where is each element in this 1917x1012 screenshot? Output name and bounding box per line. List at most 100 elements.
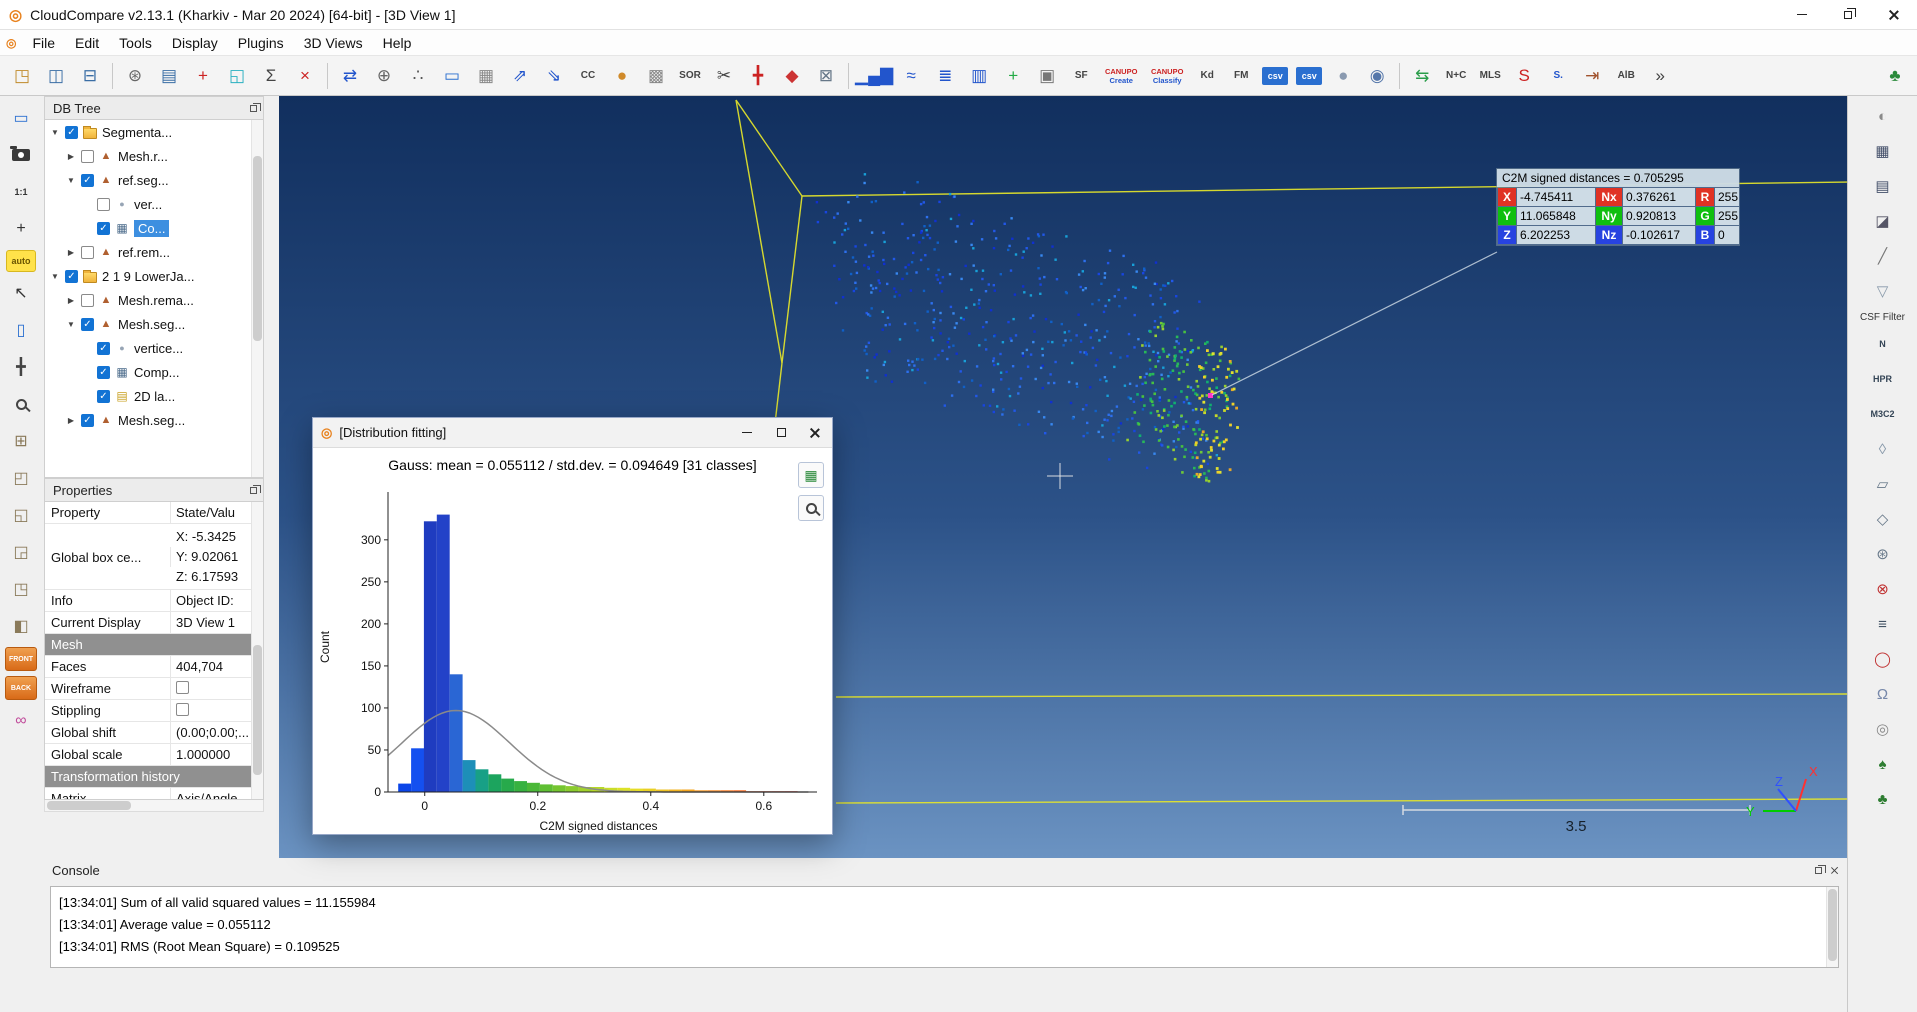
visibility-checkbox[interactable]: ✓: [65, 126, 78, 139]
save-all-button[interactable]: ⊟: [74, 61, 106, 91]
tree-item-2d-la[interactable]: ✓▤2D la...: [45, 384, 263, 408]
tree-item-comp[interactable]: ✓▦Comp...: [45, 360, 263, 384]
scrollbar-thumb[interactable]: [253, 645, 262, 776]
statistics-button[interactable]: ▥: [963, 61, 995, 91]
compute-button[interactable]: ▣: [1031, 61, 1063, 91]
open-button[interactable]: ◳: [6, 61, 38, 91]
align-button[interactable]: ⊕: [368, 61, 400, 91]
screenshot-button[interactable]: [5, 139, 37, 171]
collapse-arrow-icon[interactable]: ▼: [49, 272, 61, 281]
delete-button[interactable]: ×: [289, 61, 321, 91]
register-button[interactable]: ⇄: [334, 61, 366, 91]
m3c2-button[interactable]: ⇆: [1406, 61, 1438, 91]
tree-item-ver[interactable]: ●ver...: [45, 192, 263, 216]
auto-pick-center-button[interactable]: auto: [6, 250, 36, 272]
settings-gear-icon[interactable]: ⊛: [119, 61, 151, 91]
shield-button[interactable]: ◊: [1868, 435, 1898, 463]
shader-button[interactable]: ◐: [1868, 102, 1898, 130]
tree-item-mesh-seg[interactable]: ▶✓▲Mesh.seg...: [45, 408, 263, 432]
clean-button[interactable]: ╱: [1868, 242, 1898, 270]
picked-point[interactable]: [1208, 393, 1213, 398]
animation-button[interactable]: ◪: [1868, 207, 1898, 235]
visibility-checkbox[interactable]: ✓: [97, 222, 110, 235]
undock-icon[interactable]: [250, 105, 257, 112]
animation-plugin-button[interactable]: AlB: [1610, 61, 1642, 91]
csv-matrix-button[interactable]: csv: [1296, 67, 1322, 85]
clipping-box-button[interactable]: ◆: [776, 61, 808, 91]
visibility-checkbox[interactable]: [97, 198, 110, 211]
segment-grid-button[interactable]: ▦: [470, 61, 502, 91]
hpr-button[interactable]: HPR: [1868, 365, 1898, 393]
collapse-arrow-icon[interactable]: ▼: [49, 128, 61, 137]
display-options-button[interactable]: ▭: [5, 102, 37, 134]
rasterize-button[interactable]: ▩: [640, 61, 672, 91]
add-scalar-field-button[interactable]: +: [997, 61, 1029, 91]
tree-item-co[interactable]: ✓▦Co...: [45, 216, 263, 240]
menu-tools[interactable]: Tools: [109, 32, 162, 54]
treeiso-button[interactable]: ♣: [1879, 61, 1911, 91]
iso-view-button[interactable]: ⊞: [5, 425, 37, 457]
visibility-checkbox[interactable]: ✓: [65, 270, 78, 283]
expand-arrow-icon[interactable]: ▶: [65, 296, 77, 305]
pivot-button[interactable]: +: [5, 213, 37, 245]
close-console-icon[interactable]: [1830, 866, 1839, 875]
iso2-view-button[interactable]: ◧: [5, 610, 37, 642]
zoom-button[interactable]: [5, 388, 37, 420]
canupo-create-button[interactable]: CANUPOCreate: [1099, 61, 1143, 91]
right-view-button[interactable]: ◱: [5, 499, 37, 531]
treeiso-plugin-button[interactable]: ♠: [1868, 750, 1898, 778]
forest-plugin-button[interactable]: ♣: [1868, 785, 1898, 813]
cross-section-button[interactable]: CC: [572, 61, 604, 91]
close-button[interactable]: [1871, 0, 1917, 30]
pan-button[interactable]: ╋: [5, 351, 37, 383]
back-view-button[interactable]: BACK: [5, 676, 37, 700]
save-button[interactable]: ◫: [40, 61, 72, 91]
front-view-button[interactable]: FRONT: [5, 647, 37, 671]
expand-arrow-icon[interactable]: ▶: [65, 248, 77, 257]
visibility-checkbox[interactable]: ✓: [97, 342, 110, 355]
spline-button[interactable]: S: [1508, 61, 1540, 91]
undock-icon[interactable]: [250, 487, 257, 494]
zoom-1-1-button[interactable]: 1:1: [5, 176, 37, 208]
pick-tool-button[interactable]: ⊠: [810, 61, 842, 91]
menu-plugins[interactable]: Plugins: [228, 32, 294, 54]
dialog-titlebar[interactable]: ◎ [Distribution fitting]: [313, 418, 832, 448]
gear-red-button[interactable]: ⊗: [1868, 575, 1898, 603]
menu-display[interactable]: Display: [162, 32, 228, 54]
stereo-button[interactable]: ∞: [5, 705, 37, 737]
properties-vscrollbar[interactable]: [251, 502, 263, 799]
magnet-align-button[interactable]: Ω: [1868, 680, 1898, 708]
visibility-checkbox[interactable]: ✓: [81, 318, 94, 331]
canupo-classify-button[interactable]: CANUPOClassify: [1145, 61, 1189, 91]
wireframe-checkbox[interactable]: [176, 681, 189, 694]
tree-item-mesh-seg[interactable]: ▼✓▲Mesh.seg...: [45, 312, 263, 336]
subsample-button[interactable]: ∴: [402, 61, 434, 91]
expand-arrow-icon[interactable]: ▶: [65, 416, 77, 425]
tree-item-ref-rem[interactable]: ▶▲ref.rem...: [45, 240, 263, 264]
tree-item-segmenta[interactable]: ▼✓Segmenta...: [45, 120, 263, 144]
normals-plugin-button[interactable]: N: [1868, 330, 1898, 358]
csf-filter-button[interactable]: ▽: [1868, 277, 1898, 305]
visibility-checkbox[interactable]: [81, 150, 94, 163]
scrollbar-thumb[interactable]: [47, 801, 131, 810]
console-toggle-button[interactable]: ▯: [5, 314, 37, 346]
profile-button[interactable]: ≣: [929, 61, 961, 91]
normals-compute-button[interactable]: N+C: [1440, 61, 1472, 91]
hough-normals-button[interactable]: ◇: [1868, 505, 1898, 533]
ransac-button[interactable]: ⊛: [1868, 540, 1898, 568]
dialog-close-button[interactable]: [798, 418, 832, 448]
left-view-button[interactable]: ◰: [5, 462, 37, 494]
collapse-arrow-icon[interactable]: ▼: [65, 176, 77, 185]
visibility-checkbox[interactable]: ✓: [97, 390, 110, 403]
sf-arithmetic-button[interactable]: SF: [1065, 61, 1097, 91]
interactive-transform-button[interactable]: ⇗: [504, 61, 536, 91]
stippling-checkbox[interactable]: [176, 703, 189, 716]
visibility-checkbox[interactable]: [81, 294, 94, 307]
point-cloud[interactable]: [816, 173, 1240, 482]
toolbar-overflow-button[interactable]: »: [1644, 61, 1676, 91]
histogram-button[interactable]: ▁▄▇: [855, 61, 893, 91]
ellipse-fit-button[interactable]: ◯: [1868, 645, 1898, 673]
sor-filter-button[interactable]: SOR: [674, 61, 706, 91]
tree-item-vertice[interactable]: ✓●vertice...: [45, 336, 263, 360]
mls-smoothing-button[interactable]: MLS: [1474, 61, 1506, 91]
